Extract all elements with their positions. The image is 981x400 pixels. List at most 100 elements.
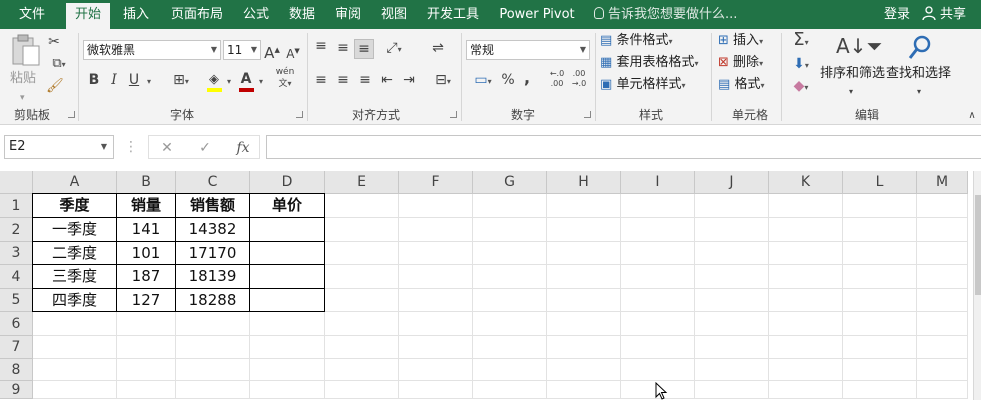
column-header-D[interactable]: D — [250, 171, 325, 194]
cell-J3[interactable] — [695, 242, 769, 265]
column-header-L[interactable]: L — [843, 171, 917, 194]
format-painter-icon[interactable]: 🖌 — [46, 77, 64, 95]
font-size-select[interactable]: 11 ▼ — [223, 40, 261, 60]
cell-J1[interactable] — [695, 194, 769, 218]
cell-C7[interactable] — [176, 336, 250, 359]
sort-filter-button[interactable]: A↓⏷ 排序和筛选 ▾ — [820, 31, 885, 101]
align-center-icon[interactable]: ≡ — [334, 71, 352, 89]
column-header-F[interactable]: F — [399, 171, 473, 194]
number-format-select[interactable]: 常规 ▼ — [466, 40, 590, 60]
cell-B2[interactable]: 141 — [116, 217, 176, 242]
cell-K8[interactable] — [769, 359, 843, 381]
fill-icon[interactable]: ⬇▾ — [788, 55, 814, 75]
cell-E3[interactable] — [325, 242, 399, 265]
cell-L8[interactable] — [843, 359, 917, 381]
cell-H1[interactable] — [547, 194, 621, 218]
cell-E6[interactable] — [325, 312, 399, 336]
cell-B1[interactable]: 销量 — [116, 193, 176, 218]
cell-I3[interactable] — [621, 242, 695, 265]
cancel-icon[interactable]: ✕ — [155, 138, 179, 158]
cell-F8[interactable] — [399, 359, 473, 381]
cell-L9[interactable] — [843, 381, 917, 399]
enter-icon[interactable]: ✓ — [193, 138, 217, 158]
cell-J7[interactable] — [695, 336, 769, 359]
clipboard-launcher-icon[interactable] — [68, 111, 75, 118]
cell-G8[interactable] — [473, 359, 547, 381]
cell-G9[interactable] — [473, 381, 547, 399]
underline-dropdown-icon[interactable]: ▾ — [144, 71, 154, 91]
cell-A4[interactable]: 三季度 — [32, 264, 117, 289]
tab-file[interactable]: 文件 — [8, 0, 56, 29]
row-header-3[interactable]: 3 — [0, 242, 33, 265]
cell-styles-button[interactable]: ▣ 单元格样式▾ — [600, 76, 685, 95]
cell-K6[interactable] — [769, 312, 843, 336]
cell-G3[interactable] — [473, 242, 547, 265]
alignment-launcher-icon[interactable] — [450, 111, 457, 118]
cell-K2[interactable] — [769, 218, 843, 242]
fill-color-button[interactable]: ◈ ▾ — [204, 71, 234, 93]
cell-G1[interactable] — [473, 194, 547, 218]
cell-I6[interactable] — [621, 312, 695, 336]
cell-I7[interactable] — [621, 336, 695, 359]
column-header-J[interactable]: J — [695, 171, 769, 194]
cell-C2[interactable]: 14382 — [175, 217, 250, 242]
column-header-B[interactable]: B — [117, 171, 176, 194]
tab-developer[interactable]: 开发工具 — [420, 0, 486, 29]
cell-A8[interactable] — [33, 359, 117, 381]
decrease-indent-icon[interactable]: ⇤ — [378, 71, 396, 89]
cell-L1[interactable] — [843, 194, 917, 218]
cell-D5[interactable] — [249, 288, 325, 312]
cell-M2[interactable] — [917, 218, 968, 242]
cell-D7[interactable] — [250, 336, 325, 359]
tab-page-layout[interactable]: 页面布局 — [164, 0, 230, 29]
cell-M8[interactable] — [917, 359, 968, 381]
align-left-icon[interactable]: ≡ — [312, 71, 330, 89]
column-header-I[interactable]: I — [621, 171, 695, 194]
cell-B7[interactable] — [117, 336, 176, 359]
increase-indent-icon[interactable]: ⇥ — [400, 71, 418, 89]
cell-L5[interactable] — [843, 289, 917, 312]
cell-L3[interactable] — [843, 242, 917, 265]
wrap-text-icon[interactable]: ⇌ — [428, 39, 448, 57]
cell-F3[interactable] — [399, 242, 473, 265]
cell-H4[interactable] — [547, 265, 621, 289]
cell-E5[interactable] — [325, 289, 399, 312]
cell-E2[interactable] — [325, 218, 399, 242]
cell-C5[interactable]: 18288 — [175, 288, 250, 312]
column-header-A[interactable]: A — [33, 171, 117, 194]
cell-A9[interactable] — [33, 381, 117, 399]
cell-A5[interactable]: 四季度 — [32, 288, 117, 312]
find-select-button[interactable]: 查找和选择 ▾ — [886, 31, 952, 101]
cell-B4[interactable]: 187 — [116, 264, 176, 289]
cell-K7[interactable] — [769, 336, 843, 359]
cell-I1[interactable] — [621, 194, 695, 218]
cell-M3[interactable] — [917, 242, 968, 265]
cell-I8[interactable] — [621, 359, 695, 381]
cell-C4[interactable]: 18139 — [175, 264, 250, 289]
insert-cells-button[interactable]: ⊞ 插入▾ — [718, 32, 763, 51]
row-header-6[interactable]: 6 — [0, 312, 33, 336]
increase-decimal-icon[interactable]: ←.0.00 — [548, 69, 566, 89]
cell-D6[interactable] — [250, 312, 325, 336]
cell-K1[interactable] — [769, 194, 843, 218]
cell-F9[interactable] — [399, 381, 473, 399]
cell-B3[interactable]: 101 — [116, 241, 176, 265]
align-top-icon[interactable]: ≡ — [312, 37, 330, 55]
cell-F5[interactable] — [399, 289, 473, 312]
font-name-select[interactable]: 微软雅黑 ▼ — [83, 40, 221, 60]
cell-G5[interactable] — [473, 289, 547, 312]
cell-J9[interactable] — [695, 381, 769, 399]
cut-icon[interactable]: ✂ — [46, 33, 62, 51]
cell-A1[interactable]: 季度 — [32, 193, 117, 218]
comma-button[interactable]: , — [520, 69, 534, 87]
cell-A7[interactable] — [33, 336, 117, 359]
tell-me-box[interactable]: 告诉我您想要做什么... — [594, 0, 737, 29]
tab-data[interactable]: 数据 — [282, 0, 322, 29]
row-header-1[interactable]: 1 — [0, 194, 33, 218]
cell-D9[interactable] — [250, 381, 325, 399]
copy-icon[interactable]: ⧉▾ — [46, 55, 72, 74]
paste-button[interactable]: 粘贴 — [10, 70, 36, 88]
cell-H2[interactable] — [547, 218, 621, 242]
orientation-icon[interactable]: ⤢▾ — [380, 39, 408, 59]
vertical-scrollbar[interactable] — [973, 171, 981, 400]
